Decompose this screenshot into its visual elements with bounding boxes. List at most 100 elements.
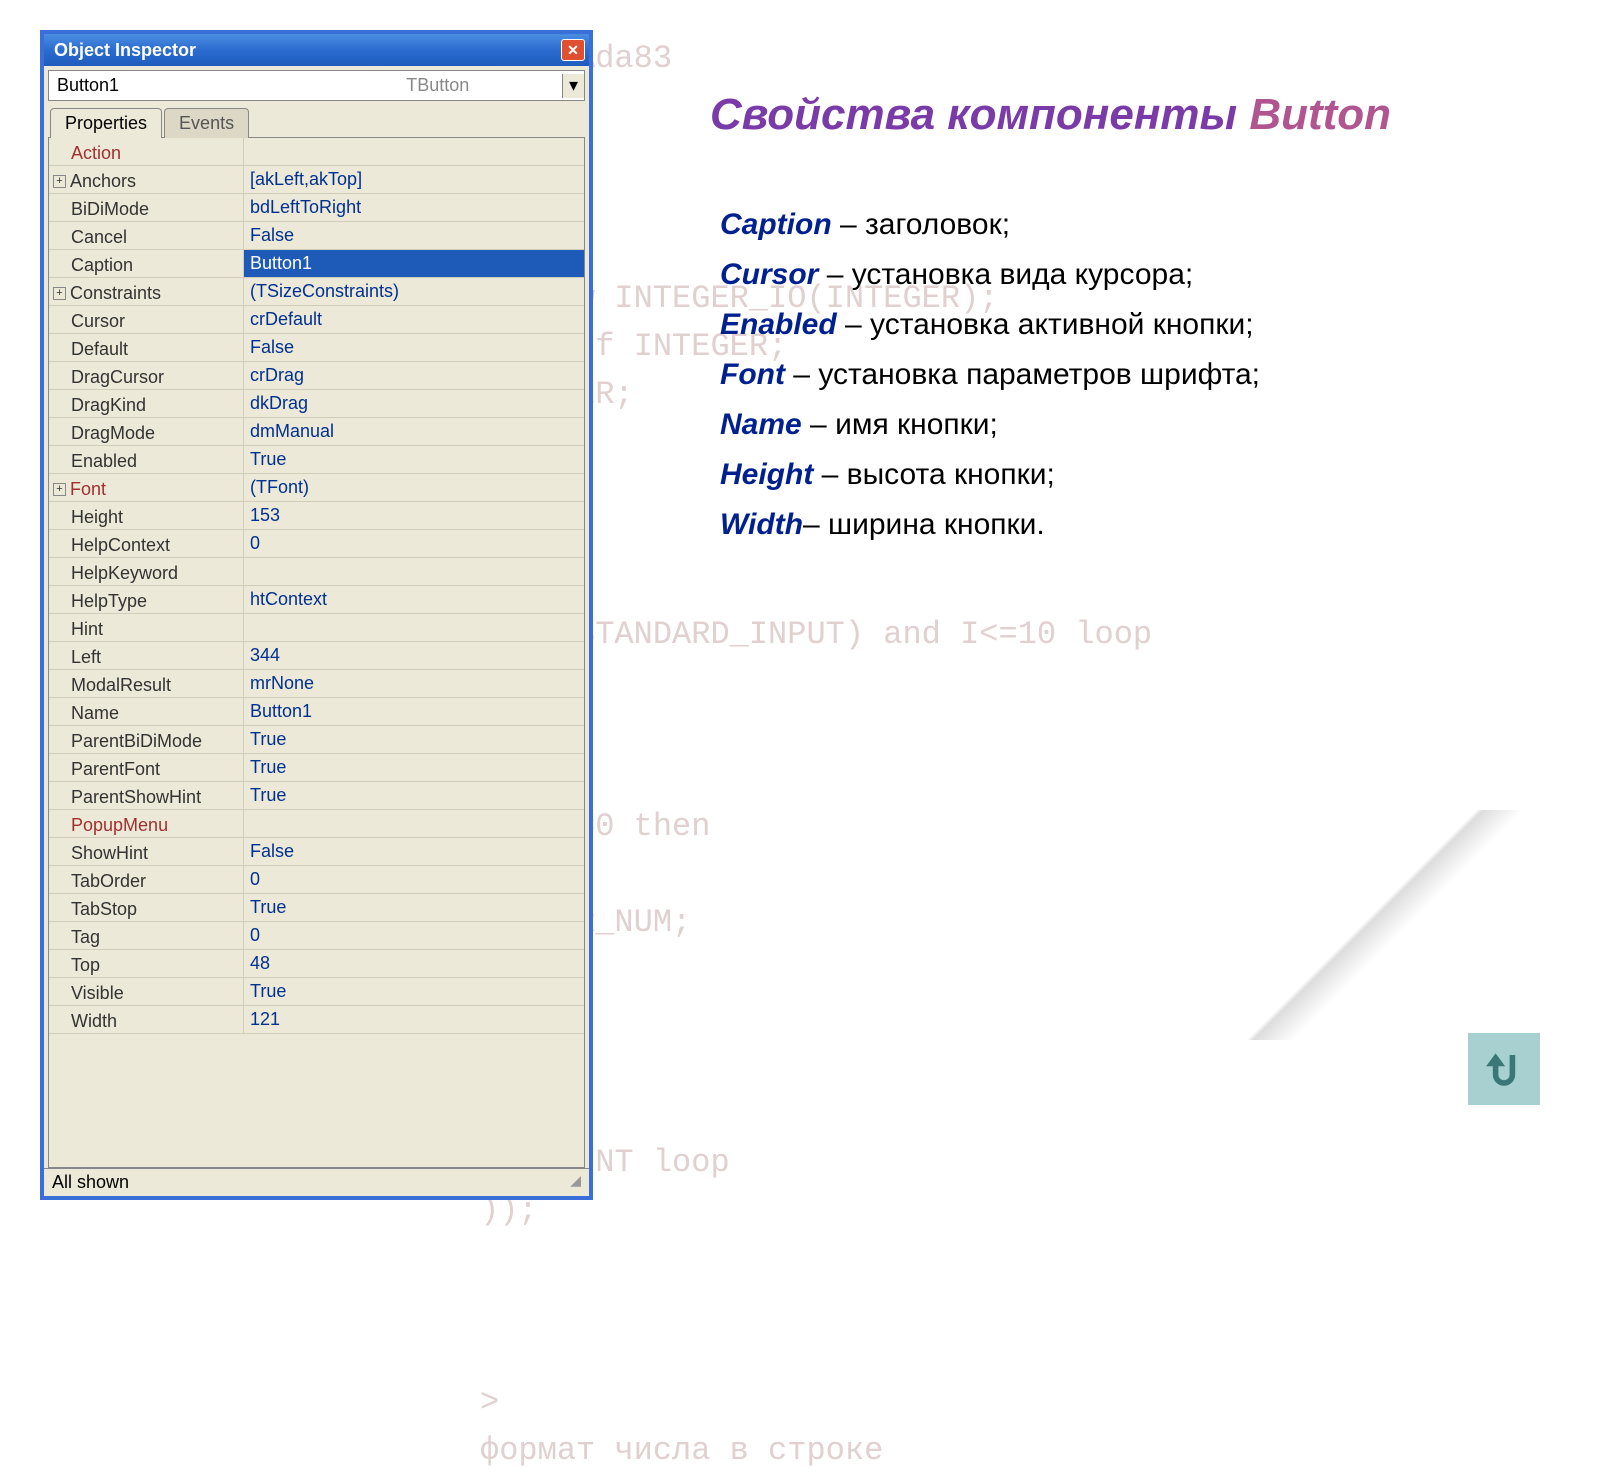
property-value[interactable]: False [244, 838, 584, 865]
property-value[interactable] [244, 138, 584, 165]
property-value[interactable]: False [244, 222, 584, 249]
property-row[interactable]: HelpTypehtContext [49, 586, 584, 614]
close-icon[interactable]: ✕ [561, 39, 585, 61]
property-row[interactable]: Top48 [49, 950, 584, 978]
property-value[interactable]: 0 [244, 922, 584, 949]
expand-icon[interactable]: + [53, 483, 66, 496]
property-value[interactable]: 344 [244, 642, 584, 669]
property-value[interactable]: True [244, 978, 584, 1005]
property-definition: – установка параметров шрифта; [785, 358, 1260, 391]
property-value[interactable]: True [244, 726, 584, 753]
property-value[interactable]: Button1 [244, 250, 584, 277]
property-value[interactable]: crDefault [244, 306, 584, 333]
back-button[interactable] [1468, 1033, 1540, 1105]
status-text: All shown [52, 1172, 129, 1193]
property-definition: – заголовок; [832, 208, 1010, 241]
property-name: Cancel [49, 222, 244, 249]
property-row[interactable]: ShowHintFalse [49, 838, 584, 866]
property-value[interactable]: dmManual [244, 418, 584, 445]
property-value[interactable] [244, 614, 584, 641]
property-row[interactable]: Tag0 [49, 922, 584, 950]
property-name: ParentShowHint [49, 782, 244, 809]
property-name: Tag [49, 922, 244, 949]
property-value[interactable]: bdLeftToRight [244, 194, 584, 221]
property-row[interactable]: HelpContext0 [49, 530, 584, 558]
property-row[interactable]: NameButton1 [49, 698, 584, 726]
decorative-fold [1150, 810, 1600, 1040]
component-selector[interactable]: Button1 TButton ▾ [48, 70, 585, 101]
property-row[interactable]: +Font(TFont) [49, 474, 584, 502]
property-term: Height [720, 458, 813, 491]
property-row[interactable]: ModalResultmrNone [49, 670, 584, 698]
property-name: BiDiMode [49, 194, 244, 221]
property-row[interactable]: DragCursorcrDrag [49, 362, 584, 390]
property-value[interactable] [244, 558, 584, 585]
property-value[interactable]: (TFont) [244, 474, 584, 501]
property-row[interactable]: +Anchors[akLeft,akTop] [49, 166, 584, 194]
property-value[interactable]: 153 [244, 502, 584, 529]
property-row[interactable]: TabOrder0 [49, 866, 584, 894]
property-value[interactable]: [akLeft,akTop] [244, 166, 584, 193]
property-value[interactable]: htContext [244, 586, 584, 613]
property-row[interactable]: CursorcrDefault [49, 306, 584, 334]
property-row[interactable]: CaptionButton1 [49, 250, 584, 278]
property-value[interactable]: True [244, 894, 584, 921]
property-row[interactable]: DefaultFalse [49, 334, 584, 362]
property-value[interactable]: crDrag [244, 362, 584, 389]
property-value[interactable] [244, 810, 584, 837]
u-turn-icon [1476, 1041, 1532, 1097]
property-row[interactable]: VisibleTrue [49, 978, 584, 1006]
property-name: Name [49, 698, 244, 725]
property-value[interactable]: 121 [244, 1006, 584, 1033]
property-value[interactable]: True [244, 446, 584, 473]
property-value[interactable]: 48 [244, 950, 584, 977]
property-name: Hint [49, 614, 244, 641]
window-title: Object Inspector [54, 40, 196, 61]
property-value[interactable]: (TSizeConstraints) [244, 278, 584, 305]
property-row[interactable]: ParentShowHintTrue [49, 782, 584, 810]
property-row[interactable]: ParentBiDiModeTrue [49, 726, 584, 754]
property-row[interactable]: CancelFalse [49, 222, 584, 250]
property-row[interactable]: EnabledTrue [49, 446, 584, 474]
expand-icon[interactable]: + [53, 287, 66, 300]
property-row[interactable]: +Constraints(TSizeConstraints) [49, 278, 584, 306]
property-value[interactable]: dkDrag [244, 390, 584, 417]
property-name: +Constraints [49, 278, 244, 305]
property-value[interactable]: 0 [244, 530, 584, 557]
descriptions-list: Caption – заголовок;Cursor – установка в… [720, 200, 1500, 550]
property-row[interactable]: HelpKeyword [49, 558, 584, 586]
chevron-down-icon[interactable]: ▾ [562, 74, 584, 98]
property-term: Enabled [720, 308, 837, 341]
expand-icon[interactable]: + [53, 175, 66, 188]
property-value[interactable]: False [244, 334, 584, 361]
property-value[interactable]: True [244, 782, 584, 809]
property-row[interactable]: Width121 [49, 1006, 584, 1034]
property-value[interactable]: mrNone [244, 670, 584, 697]
window-titlebar[interactable]: Object Inspector ✕ [44, 34, 589, 66]
property-name: Action [49, 138, 244, 165]
property-row[interactable]: Action [49, 138, 584, 166]
property-row[interactable]: Left344 [49, 642, 584, 670]
property-row[interactable]: DragModedmManual [49, 418, 584, 446]
description-line: Enabled – установка активной кнопки; [720, 300, 1500, 350]
property-row[interactable]: ParentFontTrue [49, 754, 584, 782]
property-term: Caption [720, 208, 832, 241]
property-row[interactable]: Hint [49, 614, 584, 642]
property-definition: – ширина кнопки. [803, 508, 1045, 541]
property-value[interactable]: True [244, 754, 584, 781]
tab-events[interactable]: Events [164, 108, 249, 138]
property-value[interactable]: Button1 [244, 698, 584, 725]
property-grid[interactable]: Action+Anchors[akLeft,akTop]BiDiModebdLe… [48, 137, 585, 1168]
description-line: Height – высота кнопки; [720, 450, 1500, 500]
tab-bar: Properties Events [50, 107, 583, 137]
property-name: HelpContext [49, 530, 244, 557]
property-row[interactable]: Height153 [49, 502, 584, 530]
property-row[interactable]: BiDiModebdLeftToRight [49, 194, 584, 222]
property-row[interactable]: TabStopTrue [49, 894, 584, 922]
tab-properties[interactable]: Properties [50, 108, 162, 138]
property-value[interactable]: 0 [244, 866, 584, 893]
property-row[interactable]: DragKinddkDrag [49, 390, 584, 418]
resize-grip-icon[interactable]: ◢ [570, 1172, 581, 1193]
property-row[interactable]: PopupMenu [49, 810, 584, 838]
property-name: Enabled [49, 446, 244, 473]
